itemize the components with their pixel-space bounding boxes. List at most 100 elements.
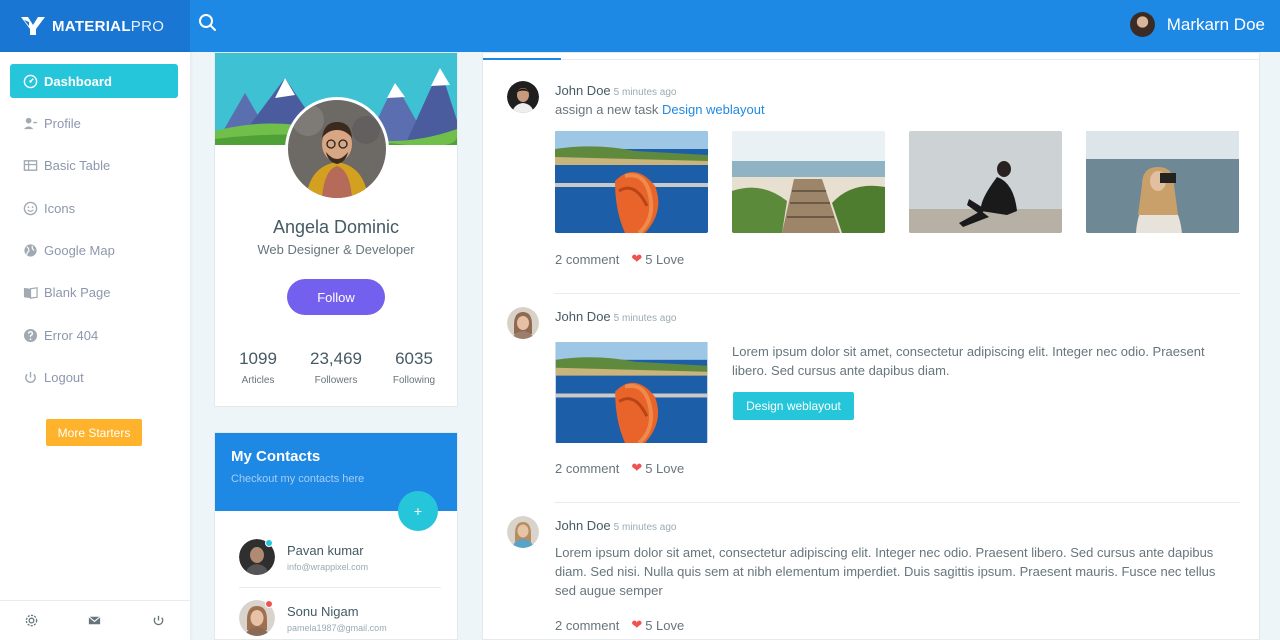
post-author-name[interactable]: John Doe [555, 518, 611, 533]
stat-articles: 1099 Articles [218, 349, 298, 386]
post-header: John Doe 5 minutes ago [555, 518, 676, 533]
love-count[interactable]: 5 Love [645, 461, 684, 476]
stat-value: 6035 [395, 349, 433, 368]
stat-label: Followers [314, 375, 358, 386]
post-image[interactable] [555, 342, 708, 443]
sidebar-item-label: Basic Table [44, 157, 111, 173]
love-count[interactable]: 5 Love [645, 618, 684, 633]
sidebar: Dashboard Profile Basic Table Icons Goog… [0, 52, 190, 640]
post-time: 5 minutes ago [613, 313, 677, 324]
contacts-title: My Contacts [231, 448, 321, 465]
contact-email: pamela1987@gmail.com [287, 623, 387, 633]
sidebar-item-label: Dashboard [44, 73, 112, 89]
post-reactions: 2 comment ❤ 5 Love [555, 251, 684, 267]
profile-avatar [285, 97, 389, 201]
heart-icon[interactable]: ❤ [631, 460, 642, 476]
post-time: 5 minutes ago [613, 522, 677, 533]
user-avatar [1129, 12, 1155, 37]
post-task-link[interactable]: Design weblayout [662, 102, 765, 117]
sidebar-item-label: Icons [44, 200, 76, 216]
comment-count[interactable]: 2 comment [555, 461, 619, 476]
divider [554, 502, 1240, 503]
follow-button[interactable]: Follow [287, 279, 385, 315]
sidebar-item-logout[interactable]: Logout [10, 360, 178, 394]
stat-value: 23,469 [310, 349, 362, 368]
table-icon [23, 159, 38, 171]
user-menu[interactable]: Markarn Doe [1129, 12, 1265, 37]
post-author-name[interactable]: John Doe [555, 309, 611, 324]
post-image[interactable] [555, 131, 708, 233]
contacts-card: My Contacts Checkout my contacts here + … [214, 432, 458, 640]
gear-icon[interactable] [24, 613, 39, 628]
profile-name: Angela Dominic [272, 217, 400, 237]
sidebar-item-label: Google Map [44, 242, 115, 258]
brand[interactable]: MATERIALPRO [0, 0, 190, 52]
comment-count[interactable]: 2 comment [555, 252, 619, 267]
sidebar-item-icons[interactable]: Icons [10, 191, 178, 225]
sidebar-item-label: Blank Page [44, 284, 111, 300]
sidebar-item-label: Logout [44, 369, 84, 385]
post-text: Lorem ipsum dolor sit amet, consectetur … [555, 545, 1216, 598]
help-icon [23, 328, 38, 342]
add-contact-button[interactable]: + [398, 491, 438, 531]
love-count[interactable]: 5 Love [645, 252, 684, 267]
power-icon [25, 371, 36, 383]
brand-name: MATERIALPRO [52, 18, 164, 35]
divider [239, 587, 441, 588]
post-avatar [507, 81, 539, 113]
gauge-icon [23, 74, 38, 88]
divider [554, 293, 1240, 294]
stat-following: 6035 Following [374, 349, 454, 386]
sidebar-item-label: Error 404 [44, 327, 99, 343]
comment-count[interactable]: 2 comment [555, 618, 619, 633]
activity-feed: John Doe 5 minutes ago assign a new task … [482, 52, 1260, 640]
status-dot [265, 600, 273, 608]
post-reactions: 2 comment ❤ 5 Love [555, 617, 684, 633]
post-image[interactable] [732, 131, 885, 233]
design-weblayout-button[interactable]: Design weblayout [733, 392, 854, 420]
profile-role: Web Designer & Developer [257, 242, 415, 257]
sidebar-item-profile[interactable]: Profile [10, 106, 178, 140]
user-icon [23, 117, 38, 129]
stat-followers: 23,469 Followers [296, 349, 376, 386]
contact-email: info@wrappixel.com [287, 562, 369, 572]
user-name: Markarn Doe [1166, 14, 1265, 34]
brand-bold: MATERIAL [52, 17, 131, 35]
status-dot [265, 539, 273, 547]
globe-icon [24, 243, 37, 257]
more-starters-button[interactable]: More Starters [46, 419, 142, 446]
post-header: John Doe 5 minutes ago [555, 309, 676, 324]
post-image[interactable] [1086, 131, 1239, 233]
post-header: John Doe 5 minutes ago [555, 83, 676, 98]
heart-icon[interactable]: ❤ [631, 251, 642, 267]
search-icon[interactable] [197, 12, 219, 34]
post-avatar [507, 516, 539, 548]
sidebar-item-blank-page[interactable]: Blank Page [10, 275, 178, 309]
post-image[interactable] [909, 131, 1062, 233]
sidebar-footer [0, 600, 190, 640]
tab-border [483, 59, 1259, 60]
post-text: assign a new task [555, 102, 659, 117]
heart-icon[interactable]: ❤ [631, 617, 642, 633]
active-tab-indicator [483, 58, 561, 60]
contact-name: Sonu Nigam [287, 604, 359, 619]
smiley-icon [23, 201, 38, 215]
sidebar-item-google-map[interactable]: Google Map [10, 233, 178, 267]
contact-name: Pavan kumar [287, 543, 364, 558]
post-time: 5 minutes ago [613, 87, 677, 98]
book-icon [23, 286, 38, 299]
mail-icon[interactable] [87, 613, 102, 628]
contact-item[interactable]: Sonu Nigam pamela1987@gmail.com [239, 600, 439, 639]
power-icon[interactable] [151, 613, 166, 628]
topbar: MATERIALPRO Markarn Doe [0, 0, 1280, 52]
sidebar-item-error-404[interactable]: Error 404 [10, 318, 178, 352]
contact-item[interactable]: Pavan kumar info@wrappixel.com [239, 539, 439, 589]
post-body: assign a new task Design weblayout [555, 100, 765, 119]
contacts-subtitle: Checkout my contacts here [231, 473, 365, 485]
brand-light: PRO [130, 17, 165, 35]
logo-icon [21, 17, 45, 35]
post-author-name[interactable]: John Doe [555, 83, 611, 98]
sidebar-item-basic-table[interactable]: Basic Table [10, 148, 178, 182]
profile-card: Angela Dominic Web Designer & Developer … [214, 52, 458, 407]
sidebar-item-dashboard[interactable]: Dashboard [10, 64, 178, 98]
